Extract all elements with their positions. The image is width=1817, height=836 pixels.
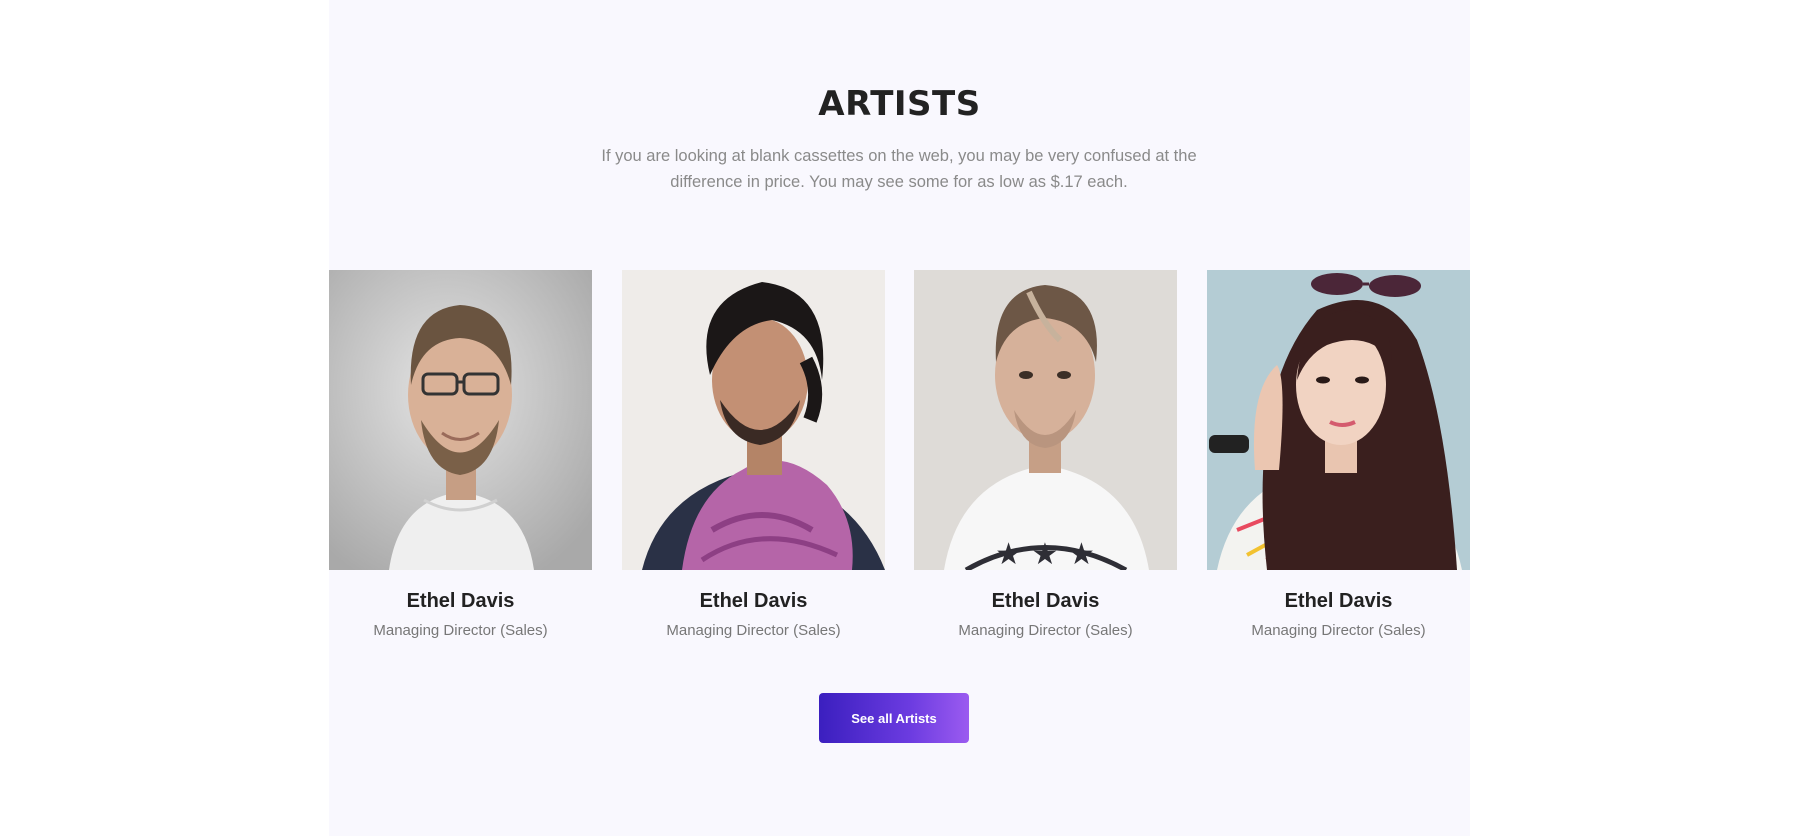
artists-grid: Ethel Davis Managing Director (Sales) Et… xyxy=(329,270,1470,650)
artist-name[interactable]: Ethel Davis xyxy=(1207,590,1470,613)
man-with-tshirt-photo: ★ ★ ★ xyxy=(914,270,1177,570)
artist-card[interactable]: ★ ★ ★ Ethel Davis Managing Director (Sal… xyxy=(914,270,1177,639)
artist-card[interactable]: Ethel Davis Managing Director (Sales) xyxy=(1207,270,1470,639)
artist-photo[interactable] xyxy=(622,270,885,570)
artist-photo[interactable] xyxy=(329,270,592,570)
artist-role: Managing Director (Sales) xyxy=(1251,622,1426,639)
artist-name[interactable]: Ethel Davis xyxy=(329,590,592,613)
artist-photo[interactable] xyxy=(1207,270,1470,570)
artist-role: Managing Director (Sales) xyxy=(666,622,841,639)
man-with-glasses-photo xyxy=(329,270,592,570)
artist-card[interactable]: Ethel Davis Managing Director (Sales) xyxy=(622,270,885,639)
artist-photo[interactable]: ★ ★ ★ xyxy=(914,270,1177,570)
man-with-scarf-photo xyxy=(622,270,885,570)
artist-role: Managing Director (Sales) xyxy=(373,622,548,639)
woman-with-sunglasses-photo xyxy=(1207,270,1470,570)
see-all-artists-button[interactable]: See all Artists xyxy=(819,693,969,743)
artist-name[interactable]: Ethel Davis xyxy=(622,590,885,613)
svg-text:★ ★ ★: ★ ★ ★ xyxy=(995,537,1095,570)
section-title: ARTISTS xyxy=(818,84,981,124)
section-subtitle: If you are looking at blank cassettes on… xyxy=(601,147,1197,191)
artist-role: Managing Director (Sales) xyxy=(958,622,1133,639)
artists-section: ARTISTS If you are looking at blank cass… xyxy=(329,0,1470,836)
artist-name[interactable]: Ethel Davis xyxy=(914,590,1177,613)
artist-card[interactable]: Ethel Davis Managing Director (Sales) xyxy=(329,270,592,639)
